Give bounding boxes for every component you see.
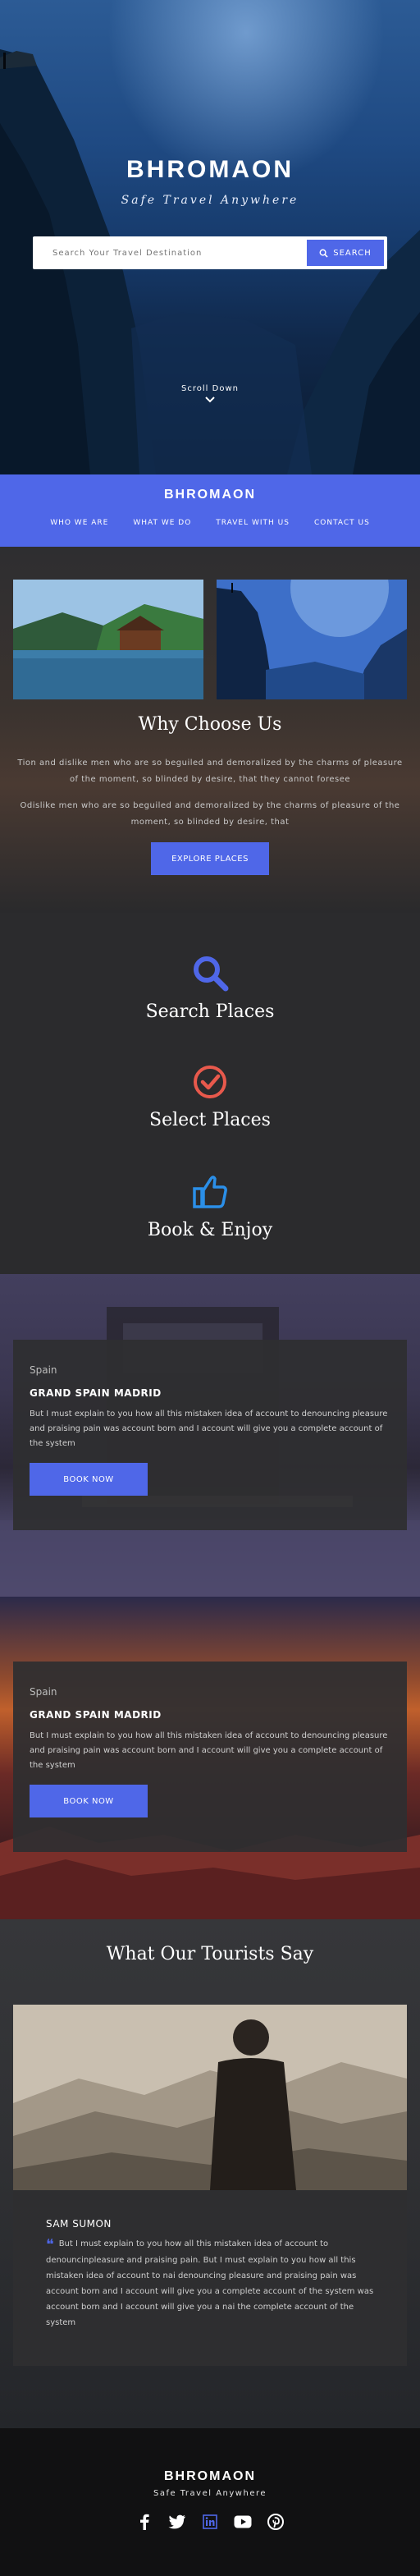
main-nav: BHROMAON WHO WE ARE WHAT WE DO TRAVEL WI…	[0, 474, 420, 547]
why-paragraph-2: Odislike men who are so beguiled and dem…	[20, 801, 400, 827]
search-icon	[319, 249, 328, 258]
testimonials-section: What Our Tourists Say SAM SUMON ❝ But I m…	[0, 1919, 420, 2428]
lake-cabin-photo	[13, 580, 203, 699]
tourist-photo	[13, 2005, 407, 2190]
check-circle-icon	[194, 1066, 226, 1098]
promo-card-1: Spain GRAND SPAIN MADRID But I must expl…	[13, 1340, 407, 1530]
feature-book-label: Book & Enjoy	[147, 1220, 273, 1240]
quote-icon: ❝	[46, 2236, 54, 2253]
hero-tagline: Safe Travel Anywhere	[121, 194, 299, 207]
testimonial-name: SAM SUMON	[46, 2218, 112, 2230]
search-input[interactable]	[36, 240, 307, 266]
testimonial-card: SAM SUMON ❝ But I must explain to you how…	[13, 2190, 407, 2366]
scroll-down-label: Scroll Down	[181, 384, 239, 393]
nav-item-who-we-are[interactable]: WHO WE ARE	[50, 519, 108, 527]
promo-text: But I must explain to you how all this m…	[30, 1409, 388, 1448]
feature-select-label: Select Places	[149, 1110, 271, 1130]
why-paragraph-1: Tion and dislike men who are so beguiled…	[17, 759, 403, 784]
promo-location: Spain	[30, 1364, 57, 1376]
nav-item-travel-with-us[interactable]: TRAVEL WITH US	[216, 519, 290, 527]
thumbs-up-icon	[193, 1176, 227, 1208]
chevron-down-icon	[205, 396, 215, 403]
nav-item-what-we-do[interactable]: WHAT WE DO	[133, 519, 191, 527]
hero-section: BHROMAON Safe Travel Anywhere SEARCH Scr…	[0, 0, 420, 474]
hero-search-bar: SEARCH	[33, 236, 387, 269]
footer-brand: BHROMAON	[164, 2469, 256, 2483]
feature-search: Search Places	[0, 954, 420, 1022]
linkedin-icon[interactable]	[201, 2513, 219, 2531]
promo-title: GRAND SPAIN MADRID	[30, 1709, 162, 1721]
explore-places-button[interactable]: EXPLORE PLACES	[151, 842, 269, 875]
scroll-down-link[interactable]: Scroll Down	[0, 384, 420, 403]
nav-item-contact-us[interactable]: CONTACT US	[314, 519, 370, 527]
youtube-icon[interactable]	[234, 2513, 252, 2531]
testimonial-quote: But I must explain to you how all this m…	[46, 2239, 374, 2327]
feature-search-label: Search Places	[145, 1002, 275, 1022]
book-now-button[interactable]: BOOK NOW	[30, 1463, 148, 1496]
features-section: Search Places Select Places Book & Enjoy	[0, 913, 420, 1274]
search-icon	[194, 956, 229, 992]
promo-card-2: Spain GRAND SPAIN MADRID But I must expl…	[13, 1662, 407, 1852]
promo-text: But I must explain to you how all this m…	[30, 1731, 388, 1770]
blue-mountain-photo	[217, 580, 407, 699]
testimonials-title: What Our Tourists Say	[106, 1944, 314, 1964]
hero-brand: BHROMAON	[126, 156, 294, 183]
twitter-icon[interactable]	[168, 2513, 186, 2531]
footer: BHROMAON Safe Travel Anywhere	[0, 2428, 420, 2576]
book-now-button[interactable]: BOOK NOW	[30, 1785, 148, 1817]
search-button-label: SEARCH	[333, 248, 372, 258]
testimonial-quote-block: ❝ But I must explain to you how all this …	[46, 2236, 374, 2331]
pinterest-icon[interactable]	[267, 2513, 285, 2531]
footer-tagline: Safe Travel Anywhere	[153, 2489, 267, 2498]
social-links	[0, 2513, 420, 2531]
nav-menu: WHO WE ARE WHAT WE DO TRAVEL WITH US CON…	[0, 519, 420, 527]
search-button[interactable]: SEARCH	[307, 240, 384, 266]
facebook-icon[interactable]	[135, 2513, 153, 2531]
why-title: Why Choose Us	[138, 714, 282, 735]
feature-book: Book & Enjoy	[0, 1172, 420, 1240]
feature-select: Select Places	[0, 1064, 420, 1130]
why-choose-us-section: Why Choose Us Tion and dislike men who a…	[0, 547, 420, 913]
promo-location: Spain	[30, 1686, 57, 1698]
promo-title: GRAND SPAIN MADRID	[30, 1387, 162, 1399]
promo-section: Spain GRAND SPAIN MADRID But I must expl…	[0, 1274, 420, 1919]
nav-brand[interactable]: BHROMAON	[0, 488, 420, 502]
